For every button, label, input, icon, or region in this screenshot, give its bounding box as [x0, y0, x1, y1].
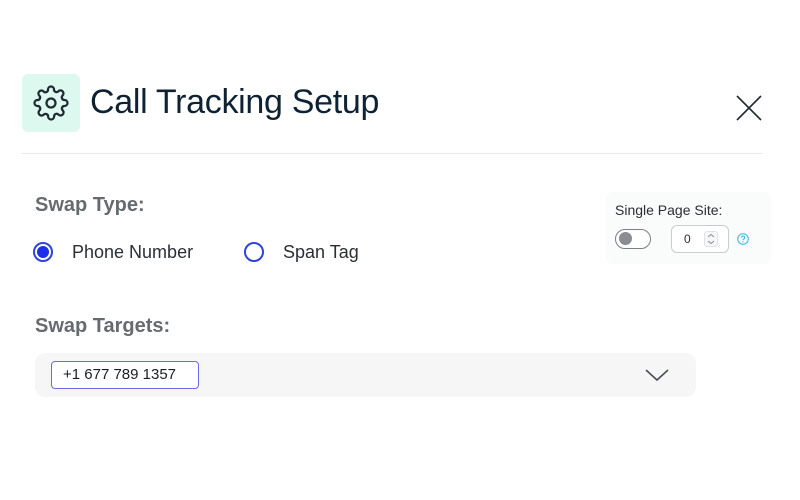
stepper-arrows-icon: [707, 233, 715, 245]
single-page-site-panel: Single Page Site: 0: [606, 192, 771, 264]
number-stepper[interactable]: [704, 231, 718, 247]
swap-targets-select[interactable]: +1 677 789 1357: [35, 353, 696, 397]
page-count-input[interactable]: 0: [671, 225, 729, 253]
radio-span-tag[interactable]: Span Tag: [244, 238, 359, 266]
header-icon-box: [22, 74, 80, 132]
close-button[interactable]: [731, 90, 767, 126]
single-page-site-label: Single Page Site:: [615, 202, 723, 218]
help-icon[interactable]: [737, 233, 749, 245]
radio-button-selected[interactable]: [33, 242, 53, 262]
radio-label-phone-number: Phone Number: [72, 241, 194, 262]
dialog-title: Call Tracking Setup: [90, 83, 380, 121]
header-divider: [22, 153, 762, 154]
swap-type-label: Swap Type:: [35, 194, 145, 216]
swap-target-chip[interactable]: +1 677 789 1357: [51, 361, 199, 389]
close-icon: [736, 95, 762, 121]
chevron-down-icon: [645, 369, 669, 382]
single-page-site-toggle[interactable]: [615, 229, 651, 249]
page-count-value: 0: [684, 232, 691, 246]
call-tracking-dialog: Call Tracking Setup Swap Type: Phone Num…: [0, 0, 800, 500]
radio-phone-number[interactable]: Phone Number: [33, 238, 193, 266]
radio-button[interactable]: [244, 242, 264, 262]
toggle-knob: [619, 232, 632, 245]
radio-label-span-tag: Span Tag: [283, 241, 359, 262]
gear-icon: [33, 85, 69, 121]
swap-targets-label: Swap Targets:: [35, 315, 171, 337]
dropdown-toggle[interactable]: [643, 365, 671, 385]
